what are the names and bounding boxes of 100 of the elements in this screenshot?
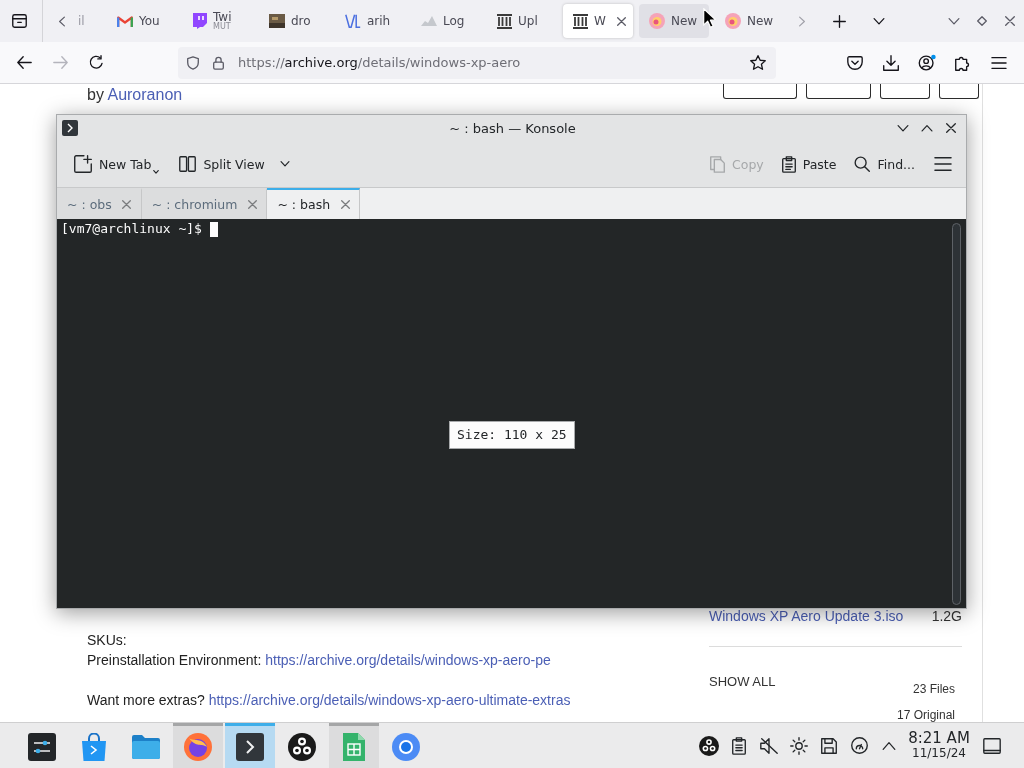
close-tab-button[interactable]: [120, 198, 133, 211]
chat-bubble-icon: [193, 13, 207, 29]
text-cursor: [209, 221, 218, 237]
close-icon: [247, 200, 257, 209]
show-all-link[interactable]: SHOW ALL: [709, 675, 776, 689]
scrollbar-handle[interactable]: [952, 223, 961, 605]
file-count: 23 Files: [912, 682, 955, 696]
clock[interactable]: 8:21 AM 11/15/24: [904, 731, 974, 760]
spreadsheet-icon: [343, 733, 365, 761]
shopping-bag-icon: [81, 733, 107, 761]
browser-tab[interactable]: Log: [411, 4, 481, 38]
menu-icon: [934, 157, 952, 171]
paste-button[interactable]: Paste: [774, 148, 844, 180]
file-count: 17 Original: [896, 708, 955, 722]
split-view-button[interactable]: Split View: [172, 148, 297, 180]
close-icon: [1005, 16, 1015, 26]
columns-icon: [497, 13, 512, 29]
page-button[interactable]: [880, 84, 930, 99]
terminal-app-icon: [62, 120, 78, 136]
chevron-right-icon: [799, 15, 805, 27]
shield-icon: [187, 55, 199, 70]
copy-icon: [710, 155, 725, 173]
forward-icon: [52, 56, 68, 69]
link-label: Preinstallation Environment:: [87, 652, 262, 668]
byline-text: by: [87, 86, 104, 103]
close-tab-button[interactable]: [339, 198, 352, 211]
file-link[interactable]: Windows XP Aero Update 3.iso: [709, 609, 904, 624]
terminal-tab[interactable]: ~ : obs: [57, 188, 142, 219]
new-tab-icon: [74, 155, 92, 173]
browser-tab[interactable]: Twi MUT: [183, 4, 253, 38]
browser-tab[interactable]: You: [107, 4, 177, 38]
star-icon: [750, 55, 766, 70]
close-tab-button[interactable]: [246, 198, 259, 211]
close-icon: [340, 200, 350, 209]
gauge-icon: [850, 737, 868, 754]
chevron-left-icon: [59, 15, 65, 27]
three-circles-logo-icon: [288, 733, 316, 761]
mail-icon: [117, 14, 133, 28]
browser-tab[interactable]: New: [639, 4, 709, 38]
round-logo-icon: [184, 733, 212, 761]
page-button[interactable]: [939, 84, 979, 99]
window-title: ~ : bash — Konsole: [449, 120, 576, 136]
page-button[interactable]: [723, 84, 797, 99]
brightness-icon: [790, 736, 808, 755]
caret-up-icon: [882, 741, 896, 750]
terminal-icon: [236, 733, 264, 761]
close-icon: [946, 123, 956, 133]
find-button[interactable]: Find...: [847, 148, 922, 180]
page-link[interactable]: https://archive.org/details/windows-xp-aero-ultimate-extras: [208, 692, 571, 708]
landscape-icon: [421, 16, 437, 26]
sliders-icon: [28, 733, 56, 761]
page-link[interactable]: https://archive.org/details/windows-xp-aero-pe: [265, 652, 551, 668]
ring-logo-icon: [392, 733, 420, 761]
clipboard-icon: [781, 155, 796, 173]
letter-logo-icon: [345, 14, 361, 28]
puzzle-icon: [955, 54, 971, 71]
browser-tab[interactable]: Upl: [487, 4, 557, 38]
author-link[interactable]: Auroranon: [107, 86, 183, 103]
bookmark-button[interactable]: [750, 55, 766, 70]
close-icon: [122, 200, 132, 209]
size-tooltip: Size: 110 x 25: [449, 421, 575, 449]
round-logo-icon: [725, 13, 741, 29]
round-logo-icon: [649, 13, 665, 29]
pocket-icon: [847, 55, 863, 70]
file-size: 1.2G: [931, 609, 962, 624]
taskbar-button[interactable]: [225, 723, 275, 768]
diamond-icon: [977, 16, 987, 26]
chevron-up-icon: [921, 124, 933, 132]
show-desktop-icon: [983, 737, 1001, 754]
search-icon: [854, 156, 871, 172]
terminal-tab[interactable]: ~ : chromium: [141, 188, 268, 219]
terminal-tab[interactable]: ~ : bash: [267, 188, 361, 219]
tab-list-icon: [11, 14, 27, 28]
new-tab-button[interactable]: New Tab: [67, 148, 167, 180]
reload-icon: [88, 55, 104, 70]
skus-heading: SKUs:: [87, 631, 128, 650]
prompt-text: [vm7@archlinux ~]$: [61, 221, 202, 237]
address-field[interactable]: https://archive.org/details/windows-xp-aero: [178, 46, 776, 79]
columns-icon: [573, 13, 588, 29]
download-icon: [883, 54, 899, 71]
link-label: Want more extras?: [87, 692, 205, 708]
browser-tab[interactable]: New: [715, 4, 785, 38]
close-icon: [616, 16, 626, 26]
browser-tab[interactable]: W: [563, 4, 633, 38]
menu-icon: [991, 56, 1007, 69]
chevron-down-icon: [948, 17, 960, 25]
chevron-down-icon: [873, 17, 885, 25]
chevron-down-icon: [897, 124, 909, 132]
browser-tab[interactable]: dro: [259, 4, 329, 38]
mouse-pointer-icon: [703, 8, 716, 28]
image-thumbnail-icon: [269, 14, 285, 28]
close-tab-button[interactable]: [614, 14, 628, 28]
browser-tab[interactable]: arih: [335, 4, 405, 38]
muted-speaker-icon: [760, 737, 778, 754]
three-circles-logo-icon: [699, 735, 719, 756]
page-button[interactable]: [806, 84, 871, 99]
plus-icon: [832, 14, 846, 28]
chevron-down-icon: [279, 161, 290, 167]
folder-icon: [132, 735, 160, 759]
caret-down-icon: [153, 170, 160, 174]
